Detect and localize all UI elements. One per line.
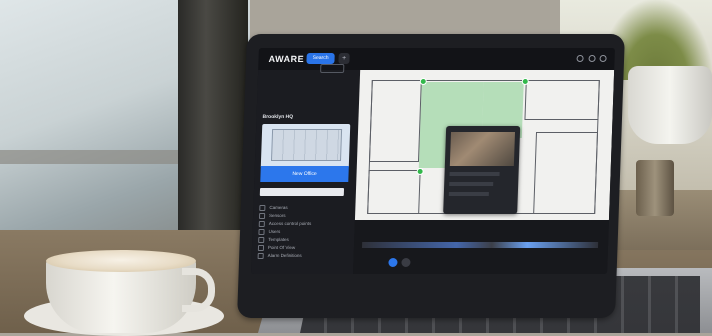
- door-icon: [258, 221, 265, 227]
- sidebar-item-access-control[interactable]: Access control points: [258, 220, 351, 228]
- search-nav-button[interactable]: Search: [306, 53, 335, 64]
- plant-pot: [628, 66, 712, 144]
- popup-detail-line: [448, 192, 489, 196]
- topbar-icons: [576, 55, 607, 62]
- sidebar-item-cameras[interactable]: Cameras: [259, 204, 351, 212]
- app-logo: AWARE: [268, 54, 305, 64]
- popup-detail-line: [449, 182, 494, 186]
- add-tab-button[interactable]: +: [338, 53, 350, 64]
- sensor-icon: [258, 213, 266, 219]
- room-wall: [367, 170, 421, 214]
- new-office-button[interactable]: New Office: [260, 166, 349, 182]
- room-wall: [368, 80, 422, 162]
- laptop-screen: AWARE Search + Brooklyn HQ New Office Ca…: [251, 48, 615, 274]
- sidebar-item-point-of-view[interactable]: Point Of View: [257, 244, 350, 252]
- sidebar-item-sensors[interactable]: Sensors: [258, 212, 351, 220]
- template-icon: [258, 237, 265, 243]
- room-wall: [524, 80, 600, 120]
- popup-detail-line: [449, 172, 500, 176]
- sidebar-menu: Cameras Sensors Access control points Us…: [257, 204, 352, 260]
- sidebar-item-users[interactable]: Users: [258, 228, 350, 236]
- camera-icon: [259, 205, 266, 211]
- floor-thumbnail: [271, 129, 343, 161]
- sidebar-item-alarms[interactable]: Alarm Definitions: [257, 252, 350, 260]
- sidebar-item-templates[interactable]: Templates: [258, 236, 350, 244]
- user-icon: [258, 229, 265, 235]
- camera-feed-thumbnail[interactable]: [449, 132, 516, 166]
- filter-button[interactable]: [320, 64, 345, 73]
- coffee-surface: [46, 250, 196, 272]
- notifications-icon[interactable]: [587, 55, 596, 62]
- site-label[interactable]: Brooklyn HQ: [262, 114, 293, 120]
- timeline-track[interactable]: [361, 242, 599, 248]
- eye-icon: [257, 245, 265, 251]
- alarm-icon: [257, 253, 264, 259]
- user-icon[interactable]: [599, 55, 607, 62]
- room-wall: [533, 132, 599, 214]
- lamp: [636, 160, 674, 216]
- help-icon[interactable]: [576, 55, 584, 62]
- sidebar-input[interactable]: [259, 188, 345, 196]
